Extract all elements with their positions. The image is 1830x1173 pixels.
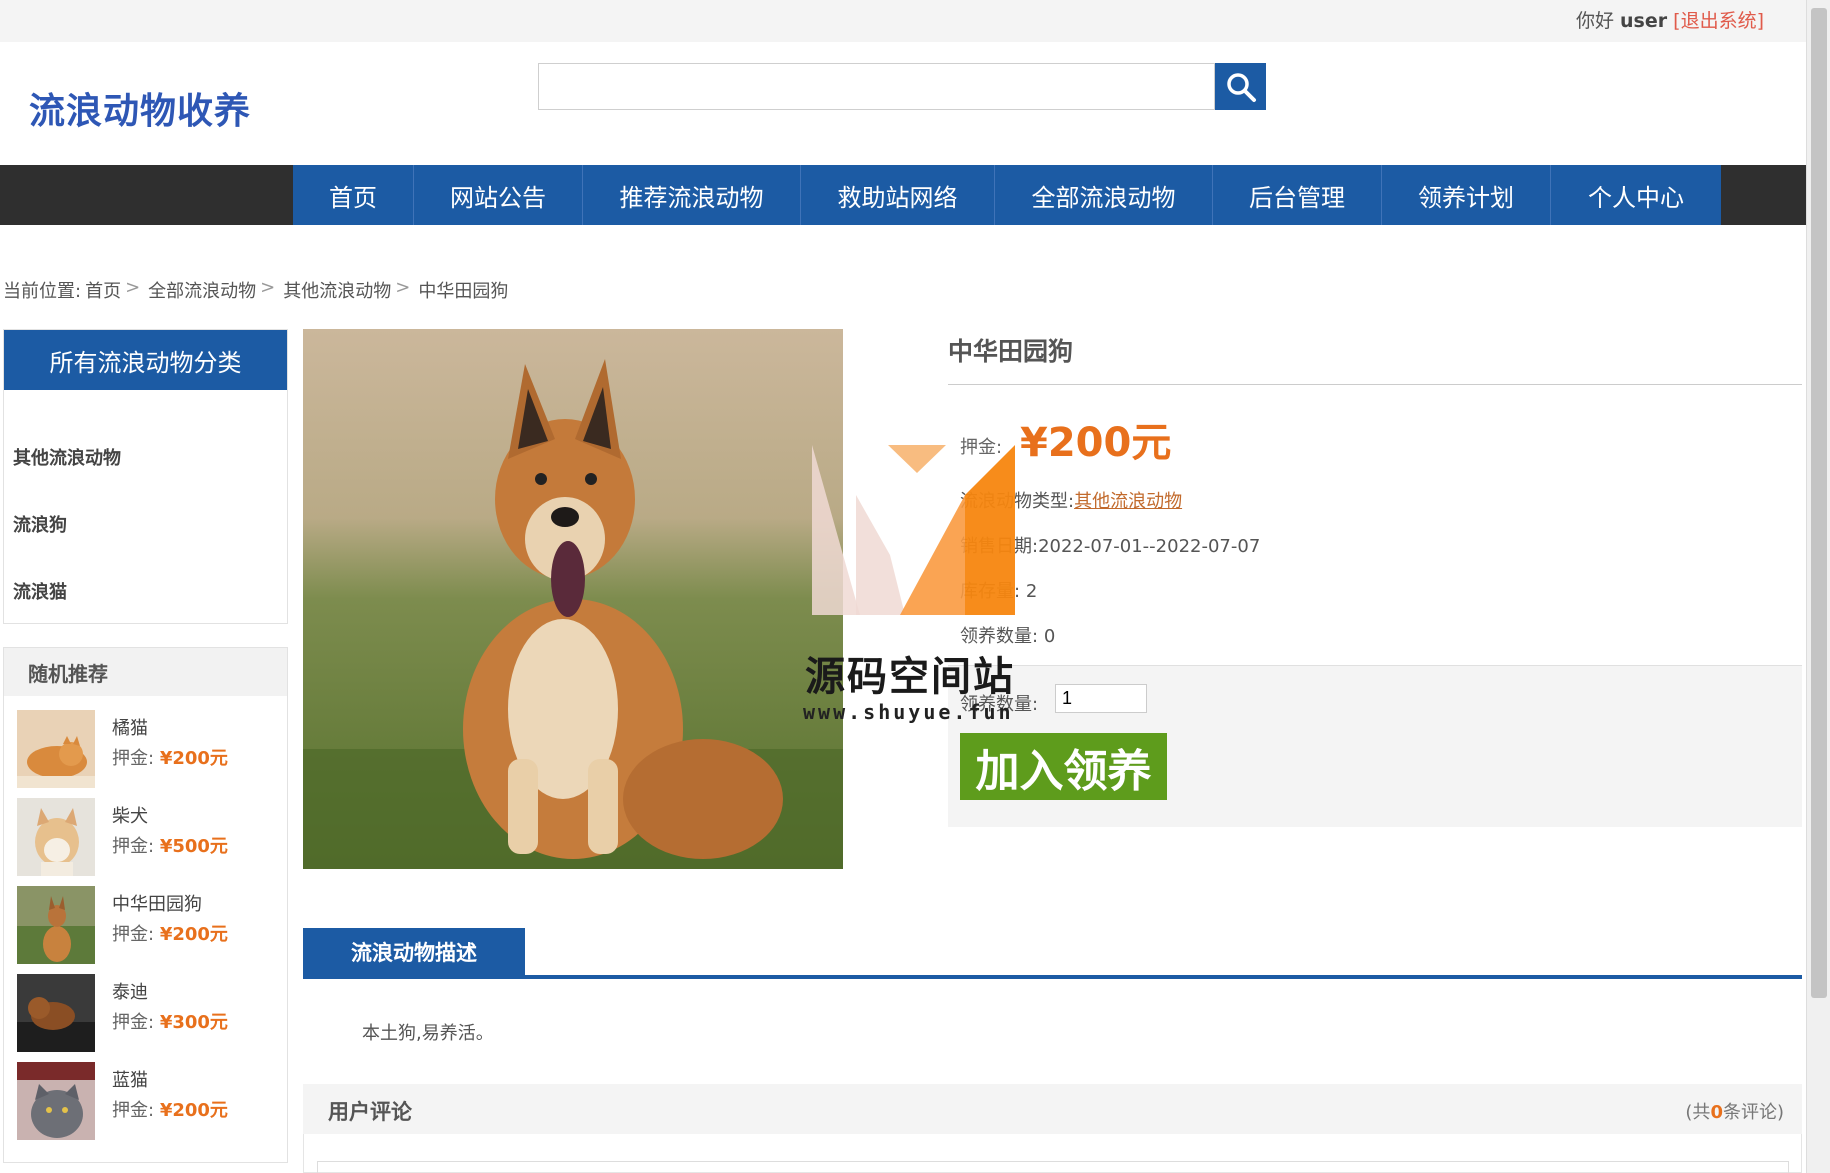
breadcrumb-separator: > [395,277,411,298]
comments-header: 用户评论 (共0条评论) [303,1084,1802,1134]
recommend-item[interactable]: 泰迪 押金: ¥300元 [17,974,282,1054]
price-label: 押金: [112,1012,155,1033]
stock-label: 库存量: [960,581,1021,602]
search-icon [1226,72,1256,102]
comments-count-value: 0 [1710,1102,1723,1123]
price-label: 押金: [112,1100,155,1121]
stock-row: 库存量: 2 [960,577,1037,603]
quantity-input[interactable] [1055,684,1147,713]
recommend-panel: 随机推荐 橘猫 押金: ¥200元 柴犬 押金: ¥500元 中华田园狗 押金:… [3,647,288,1163]
adopted-value: 0 [1043,626,1056,647]
orange-cat-thumbnail[interactable] [17,710,95,788]
comments-count-prefix: (共 [1685,1102,1711,1123]
nav-items: 首页 网站公告 推荐流浪动物 救助站网络 全部流浪动物 后台管理 领养计划 个人… [293,165,1721,225]
category-item-dogs[interactable]: 流浪狗 [13,511,67,537]
recommend-item-price: 押金: ¥200元 [112,744,228,770]
breadcrumb-all-animals[interactable]: 全部流浪动物 [148,277,256,303]
tab-description[interactable]: 流浪动物描述 [303,928,525,976]
logout-link[interactable]: [退出系统] [1673,10,1764,32]
nav-item-home[interactable]: 首页 [293,165,414,225]
recommend-item[interactable]: 橘猫 押金: ¥200元 [17,710,282,790]
recommend-item-price: 押金: ¥200元 [112,1096,228,1122]
price-value: ¥200元 [159,748,228,769]
main-nav: 首页 网站公告 推荐流浪动物 救助站网络 全部流浪动物 后台管理 领养计划 个人… [0,165,1806,225]
date-label: 销售日期: [960,536,1039,557]
description-divider [303,975,1802,979]
category-item-cats[interactable]: 流浪猫 [13,578,67,604]
top-bar: 你好 user [退出系统] [0,0,1806,42]
category-panel-title: 所有流浪动物分类 [4,330,287,390]
comments-box [303,1134,1802,1173]
breadcrumb-category[interactable]: 其他流浪动物 [283,277,391,303]
nav-item-all-animals[interactable]: 全部流浪动物 [995,165,1213,225]
search-input[interactable] [538,63,1215,110]
breadcrumb-prefix: 当前位置: [3,281,82,302]
nav-item-admin[interactable]: 后台管理 [1213,165,1382,225]
breadcrumb-separator: > [260,277,276,298]
recommend-item-name[interactable]: 中华田园狗 [112,890,202,916]
date-value: 2022-07-01--2022-07-07 [1038,536,1261,557]
page-scrollbar[interactable] [1806,0,1830,1173]
category-panel: 所有流浪动物分类 其他流浪动物 流浪狗 流浪猫 [3,329,288,624]
stock-value: 2 [1025,581,1038,602]
breadcrumb-current: 中华田园狗 [418,281,509,302]
product-photo [303,329,843,869]
comments-count-suffix: 条评论) [1722,1102,1784,1123]
price-label: 押金: [112,836,155,857]
price-value: ¥500元 [159,836,228,857]
add-to-adoption-box: 领养数量: 加入领养 [948,665,1802,827]
recommend-item-price: 押金: ¥300元 [112,1008,228,1034]
recommend-item[interactable]: 中华田园狗 押金: ¥200元 [17,886,282,966]
nav-item-adoption-plan[interactable]: 领养计划 [1382,165,1551,225]
watermark-title: 源码空间站 [805,654,1015,700]
recommend-item-name[interactable]: 泰迪 [112,978,148,1004]
village-dog-thumbnail[interactable] [17,886,95,964]
nav-item-recommended[interactable]: 推荐流浪动物 [583,165,801,225]
product-title: 中华田园狗 [948,337,1074,366]
search-button[interactable] [1215,63,1266,110]
deposit-label: 押金: [960,437,1003,458]
nav-item-personal-center[interactable]: 个人中心 [1551,165,1721,225]
title-divider [948,384,1802,385]
nav-item-announcements[interactable]: 网站公告 [414,165,583,225]
breadcrumb-home[interactable]: 首页 [85,277,121,303]
price-value: ¥200元 [159,924,228,945]
recommend-item[interactable]: 柴犬 押金: ¥500元 [17,798,282,878]
date-row: 销售日期:2022-07-01--2022-07-07 [960,532,1260,558]
category-item-other[interactable]: 其他流浪动物 [13,444,121,470]
recommend-item-price: 押金: ¥500元 [112,832,228,858]
add-to-adoption-button[interactable]: 加入领养 [960,733,1167,800]
shiba-thumbnail[interactable] [17,798,95,876]
watermark-url: www.shuyue.fun [803,700,1014,724]
breadcrumb: 当前位置: 首页 > 全部流浪动物 > 其他流浪动物 > 中华田园狗 [3,277,512,303]
username: user [1620,10,1668,32]
recommend-item-price: 押金: ¥200元 [112,920,228,946]
comments-title: 用户评论 [328,1100,412,1124]
price-value: ¥200元 [159,1100,228,1121]
type-link[interactable]: 其他流浪动物 [1074,491,1182,512]
user-greeting: 你好 user [退出系统] [1576,6,1764,33]
nav-item-rescue-network[interactable]: 救助站网络 [801,165,995,225]
comments-count: (共0条评论) [1685,1098,1784,1124]
recommend-panel-title: 随机推荐 [4,648,287,696]
scrollbar-thumb[interactable] [1811,8,1827,998]
blue-cat-thumbnail[interactable] [17,1062,95,1140]
greeting-text: 你好 [1575,10,1614,32]
deposit-value: ¥200元 [1020,420,1172,466]
recommend-item-name[interactable]: 蓝猫 [112,1066,148,1092]
recommend-item-name[interactable]: 柴犬 [112,802,148,828]
recommend-item[interactable]: 蓝猫 押金: ¥200元 [17,1062,282,1142]
site-logo[interactable]: 流浪动物收养 [29,82,251,134]
description-text: 本土狗,易养活。 [362,1023,494,1044]
recommend-item-name[interactable]: 橘猫 [112,714,148,740]
price-label: 押金: [112,748,155,769]
breadcrumb-separator: > [125,277,141,298]
price-value: ¥300元 [159,1012,228,1033]
teddy-thumbnail[interactable] [17,974,95,1052]
type-row: 流浪动物类型:其他流浪动物 [960,487,1182,513]
price-label: 押金: [112,924,155,945]
type-label: 流浪动物类型: [960,491,1075,512]
comment-input-area[interactable] [317,1161,1789,1173]
